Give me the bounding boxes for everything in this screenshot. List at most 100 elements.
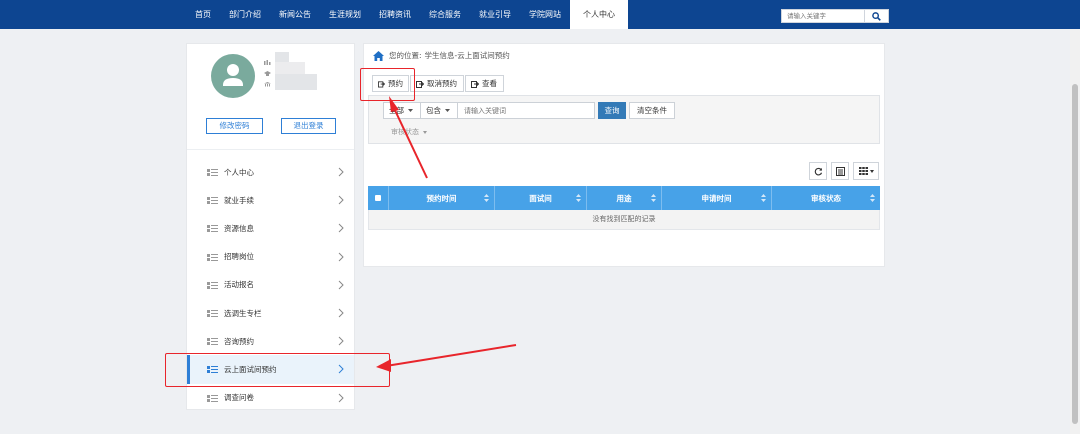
nav-item-home[interactable]: 首页 — [186, 0, 220, 29]
column-header-interview-room[interactable]: 面试间 — [495, 186, 587, 210]
share-icon — [471, 80, 479, 88]
caret-down-icon — [423, 131, 428, 134]
sidebar-item-survey[interactable]: 调查问卷 — [187, 384, 354, 412]
site-search-input[interactable] — [781, 9, 865, 23]
nav-item-services[interactable]: 综合服务 — [420, 0, 470, 29]
column-header-application-time[interactable]: 申请时间 — [662, 186, 772, 210]
column-header-reservation-time[interactable]: 预约时间 — [389, 186, 495, 210]
top-nav-bar: 首页 部门介绍 新闻公告 生涯规划 招聘资讯 综合服务 就业引导 学院网站 个人… — [0, 0, 1080, 29]
sidebar-item-label: 咨询预约 — [224, 336, 254, 346]
avatar — [211, 54, 255, 98]
sidebar-item-label: 个人中心 — [224, 167, 254, 177]
list-icon — [207, 394, 218, 402]
nav-item-recruitment[interactable]: 招聘资讯 — [370, 0, 420, 29]
sidebar-item-job-positions[interactable]: 招聘岗位 — [187, 243, 354, 271]
scope-select[interactable]: 全部 — [383, 102, 421, 119]
match-select[interactable]: 包含 — [420, 102, 458, 119]
scrollbar-thumb[interactable] — [1072, 84, 1078, 424]
nav-item-employment-guide[interactable]: 就业引导 — [470, 0, 520, 29]
site-search — [781, 9, 889, 23]
column-header-purpose[interactable]: 用途 — [587, 186, 662, 210]
column-label: 面试间 — [529, 193, 552, 203]
list-icon — [207, 225, 218, 233]
redacted-info — [275, 52, 289, 62]
list-icon — [207, 309, 218, 317]
sidebar-item-event-registration[interactable]: 活动报名 — [187, 271, 354, 299]
stats-icon — [264, 60, 271, 65]
grid-icon — [858, 167, 868, 175]
chevron-right-icon — [338, 280, 344, 290]
list-icon — [207, 338, 218, 346]
sidebar-item-label: 招聘岗位 — [224, 252, 254, 262]
chevron-right-icon — [338, 224, 344, 233]
sidebar-item-consultation[interactable]: 咨询预约 — [187, 327, 354, 355]
sort-icon — [484, 194, 489, 202]
sort-icon — [870, 194, 875, 202]
keyword-input[interactable] — [457, 102, 595, 119]
column-header-audit-status[interactable]: 审核状态 — [772, 186, 880, 210]
nav-item-personal-center[interactable]: 个人中心 — [570, 0, 628, 29]
select-all-checkbox[interactable] — [368, 186, 389, 210]
scope-select-value: 全部 — [389, 106, 404, 115]
home-icon — [373, 50, 384, 61]
building-icon — [264, 82, 271, 87]
sort-icon — [576, 194, 581, 202]
audit-status-dropdown[interactable]: 审核状态 — [391, 127, 428, 137]
sidebar-item-label: 调查问卷 — [224, 393, 254, 403]
toggle-view-button[interactable] — [831, 162, 849, 180]
nav-item-news[interactable]: 新闻公告 — [270, 0, 320, 29]
nav-item-college-site[interactable]: 学院网站 — [520, 0, 570, 29]
redacted-info — [275, 74, 317, 90]
profile-card: 修改密码 退出登录 — [187, 44, 354, 150]
sidebar-item-employment-procedures[interactable]: 就业手续 — [187, 186, 354, 214]
columns-button[interactable] — [853, 162, 879, 180]
annotation-highlight-reserve — [360, 68, 415, 101]
refresh-icon — [814, 167, 822, 175]
caret-down-icon — [869, 169, 874, 173]
chevron-right-icon — [338, 167, 344, 177]
column-label: 预约时间 — [426, 193, 457, 203]
nav-item-department[interactable]: 部门介绍 — [220, 0, 270, 29]
list-icon — [207, 197, 218, 205]
view-button-label: 查看 — [482, 79, 497, 88]
change-password-button[interactable]: 修改密码 — [206, 118, 263, 134]
chevron-right-icon — [338, 195, 344, 205]
cancel-reservation-label: 取消预约 — [427, 79, 457, 88]
redacted-info — [275, 62, 305, 74]
site-search-button[interactable] — [865, 9, 889, 23]
refresh-button[interactable] — [809, 162, 827, 180]
caret-down-icon — [408, 109, 413, 112]
sidebar-item-personal-center[interactable]: 个人中心 — [187, 158, 354, 186]
filter-panel: 全部 包含 查询 清空条件 审核状态 — [368, 95, 880, 144]
checkbox — [375, 195, 381, 201]
sidebar-item-label: 选调生专栏 — [224, 308, 262, 318]
sidebar-item-label: 就业手续 — [224, 195, 254, 205]
clear-conditions-button[interactable]: 清空条件 — [629, 102, 675, 119]
graduation-cap-icon — [264, 71, 271, 76]
query-button[interactable]: 查询 — [598, 102, 626, 119]
sort-icon — [761, 194, 766, 202]
list-icon — [207, 169, 218, 176]
view-button[interactable]: 查看 — [465, 75, 504, 92]
sidebar-item-selected-graduates[interactable]: 选调生专栏 — [187, 299, 354, 327]
logout-button[interactable]: 退出登录 — [281, 118, 336, 134]
empty-table-message: 没有找到匹配的记录 — [368, 210, 880, 230]
nav-item-career-planning[interactable]: 生涯规划 — [320, 0, 370, 29]
audit-status-label: 审核状态 — [391, 128, 419, 136]
chevron-right-icon — [338, 252, 344, 261]
cancel-reservation-button[interactable]: 取消预约 — [410, 75, 464, 92]
page-scrollbar[interactable] — [1070, 29, 1080, 434]
table-header: 预约时间 面试间 用途 申请时间 审核状态 — [368, 186, 880, 210]
caret-down-icon — [445, 109, 450, 112]
list-view-icon — [835, 166, 845, 176]
chevron-right-icon — [338, 308, 344, 318]
main-panel: 您的位置: 学生信息-云上面试间预约 预约 取消预约 查看 全部 包含 查询 清… — [363, 43, 885, 267]
sidebar-item-resources[interactable]: 资源信息 — [187, 214, 354, 242]
annotation-highlight-sidebar-item — [165, 353, 390, 387]
list-icon — [207, 253, 218, 261]
sidebar-item-label: 资源信息 — [224, 223, 254, 233]
breadcrumb: 您的位置: 学生信息-云上面试间预约 — [373, 50, 510, 61]
share-icon — [416, 80, 424, 88]
column-label: 审核状态 — [811, 193, 841, 203]
chevron-right-icon — [338, 393, 344, 402]
